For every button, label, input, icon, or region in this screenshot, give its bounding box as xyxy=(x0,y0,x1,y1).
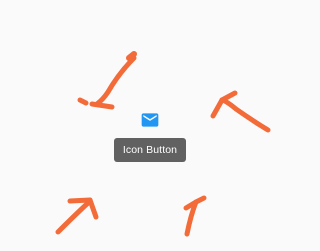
arrow-right-head-b xyxy=(210,97,225,119)
tooltip-label: Icon Button xyxy=(122,144,178,156)
mail-icon xyxy=(140,110,160,130)
arrow-right xyxy=(219,97,271,133)
arrow-bottom-right xyxy=(184,199,199,237)
arrow-top-left xyxy=(94,55,137,107)
arrow-bottom-left xyxy=(55,200,91,235)
icon-button-tooltip: Icon Button xyxy=(114,138,186,162)
mail-icon-glyph xyxy=(141,113,159,127)
app-canvas: Icon Button xyxy=(0,0,300,251)
arrow-right-head-a xyxy=(219,90,238,103)
mail-icon-button[interactable] xyxy=(138,108,162,132)
arrow-bottom-right-head-a xyxy=(183,199,199,211)
arrow-bottom-left-head-a xyxy=(67,197,93,204)
arrow-bottom-right-head-b xyxy=(193,195,207,205)
arrow-bottom-left-head-b xyxy=(87,197,99,220)
arrow-top-left-head-b xyxy=(89,101,115,110)
arrow-top-left-nub xyxy=(126,51,137,61)
arrow-top-left-head-a xyxy=(77,97,89,106)
